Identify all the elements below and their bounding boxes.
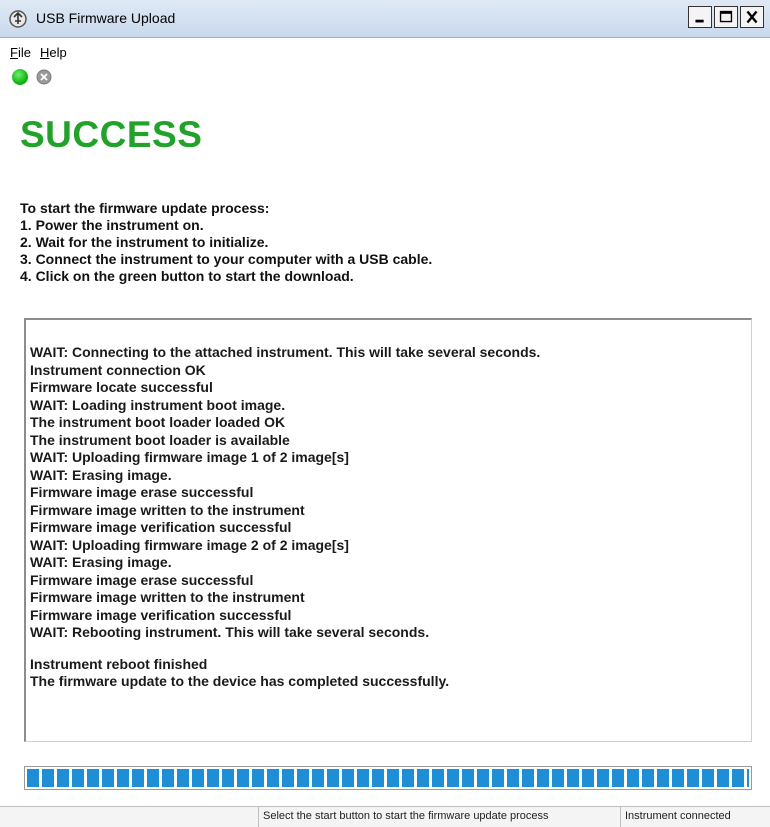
minimize-button[interactable]: [688, 6, 712, 28]
stop-button[interactable]: [36, 69, 52, 85]
menu-file[interactable]: File: [10, 45, 31, 60]
log-line: Firmware locate successful: [30, 379, 213, 395]
menu-help[interactable]: Help: [40, 45, 67, 60]
menu-help-label: elp: [49, 45, 67, 60]
log-line: The instrument boot loader loaded OK: [30, 414, 286, 430]
window-title: USB Firmware Upload: [36, 10, 176, 26]
instructions-intro: To start the firmware update process:: [20, 200, 270, 216]
minimize-icon: [695, 19, 704, 23]
log-line: WAIT: Uploading firmware image 1 of 2 im…: [30, 449, 349, 465]
log-line: Firmware image erase successful: [30, 484, 254, 500]
menu-file-label: ile: [17, 45, 31, 60]
log-line: The instrument boot loader is available: [30, 431, 290, 448]
log-line: Firmware image erase successful: [30, 571, 254, 588]
status-message: Select the start button to start the fir…: [258, 807, 620, 827]
window-controls: [686, 6, 764, 28]
log-line: WAIT: Uploading firmware image 2 of 2 im…: [30, 536, 349, 553]
log-lines: WAIT: Connecting to the attached instrum…: [30, 344, 540, 691]
log-line: Firmware image written to the instrument: [30, 589, 305, 605]
log-line: WAIT: Loading instrument boot image.: [30, 396, 286, 413]
log-line: Instrument reboot finished: [30, 655, 208, 672]
menu-bar: File Help: [0, 42, 770, 64]
menu-help-accelerator: H: [40, 45, 50, 60]
log-line: WAIT: Rebooting instrument. This will ta…: [30, 624, 430, 640]
close-icon: [746, 10, 758, 24]
progress-fill: [27, 769, 749, 787]
instruction-step: 4. Click on the green button to start th…: [20, 268, 354, 284]
progress-bar: [24, 766, 752, 790]
log-line: WAIT: Erasing image.: [30, 466, 172, 483]
maximize-button[interactable]: [714, 6, 738, 28]
status-bar: Select the start button to start the fir…: [0, 806, 770, 827]
log-blank-line: [30, 642, 540, 656]
start-button[interactable]: [12, 69, 28, 85]
log-line: Instrument connection OK: [30, 361, 206, 378]
title-bar: USB Firmware Upload: [0, 0, 770, 38]
log-line: Firmware image written to the instrument: [30, 501, 305, 518]
usb-firmware-app-icon: [9, 10, 27, 28]
log-line: Firmware image verification successful: [30, 519, 292, 535]
instruction-step: 1. Power the instrument on.: [20, 217, 204, 233]
maximize-icon: [719, 10, 733, 23]
close-button[interactable]: [740, 6, 764, 28]
status-connection: Instrument connected: [620, 807, 770, 827]
status-heading: SUCCESS: [20, 114, 203, 155]
status-pane-empty: [0, 807, 258, 827]
toolbar: [0, 66, 200, 88]
instruction-step: 3. Connect the instrument to your comput…: [20, 251, 433, 267]
log-line: The firmware update to the device has co…: [30, 673, 450, 689]
menu-file-accelerator: F: [10, 45, 18, 60]
log-output[interactable]: WAIT: Connecting to the attached instrum…: [24, 318, 752, 742]
log-line: Firmware image verification successful: [30, 606, 292, 623]
instructions: To start the firmware update process: 1.…: [20, 200, 432, 285]
log-line: WAIT: Erasing image.: [30, 554, 172, 570]
log-line: WAIT: Connecting to the attached instrum…: [30, 344, 541, 360]
instruction-step: 2. Wait for the instrument to initialize…: [20, 234, 269, 250]
